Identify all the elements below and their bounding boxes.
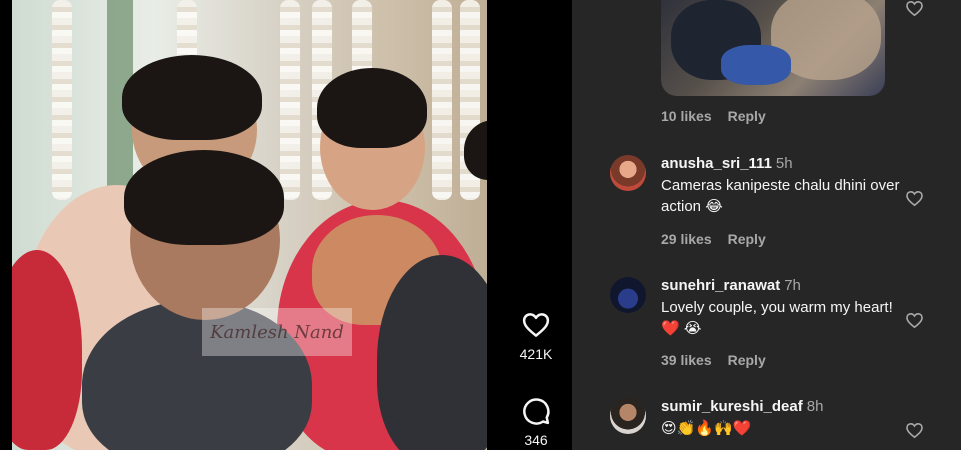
reply-button[interactable]: Reply: [728, 231, 766, 247]
comment-text: 😍👏🔥🙌❤️: [661, 420, 752, 437]
comment-meta: 29 likes Reply: [661, 231, 766, 247]
comment-likes[interactable]: 29 likes: [661, 231, 712, 247]
watermark: Kamlesh Nand: [202, 308, 352, 356]
avatar[interactable]: [610, 277, 646, 313]
avatar[interactable]: [610, 155, 646, 191]
comment-like-heart-icon[interactable]: [905, 311, 924, 330]
bride-hair: [317, 68, 427, 148]
comment-username[interactable]: anusha_sri_111: [661, 155, 772, 172]
comment-icon: [523, 398, 550, 425]
like-count: 421K: [519, 346, 553, 362]
comment-text: Cameras kanipeste chalu dhini over actio…: [661, 177, 900, 215]
reel-actions: 421K 346: [500, 310, 572, 448]
comment-text: Lovely couple, you warm my heart! ❤️ 😭: [661, 299, 893, 337]
comment-like-heart-icon[interactable]: [905, 189, 924, 208]
reply-image[interactable]: [661, 0, 885, 96]
comment-like-heart-icon[interactable]: [905, 0, 924, 18]
comment-meta: 39 likes Reply: [661, 352, 766, 368]
watermark-text: Kamlesh Nand: [210, 321, 344, 343]
reply-button[interactable]: Reply: [728, 352, 766, 368]
comment-count: 346: [524, 432, 548, 448]
comment-username[interactable]: sumir_kureshi_deaf: [661, 398, 803, 415]
comment-time: 7h: [784, 277, 801, 294]
flower-garland: [52, 0, 72, 200]
comment-likes[interactable]: 39 likes: [661, 352, 712, 368]
comment-time: 5h: [775, 155, 793, 172]
comment-button[interactable]: 346: [521, 396, 551, 448]
foreground-man-hair: [124, 150, 284, 245]
groom-hair: [122, 55, 262, 140]
flower-garland: [280, 0, 300, 200]
reel-video[interactable]: Kamlesh Nand: [12, 0, 487, 450]
comment-time: 8h: [806, 398, 824, 415]
comment-like-heart-icon[interactable]: [905, 421, 924, 440]
comments-panel: 10 likes Reply anusha_sri_111 5h Cameras …: [572, 0, 961, 450]
reply-button[interactable]: Reply: [728, 108, 766, 124]
flower-garland: [432, 0, 452, 200]
reply-meta: 10 likes Reply: [661, 108, 766, 124]
like-button[interactable]: 421K: [519, 310, 553, 362]
heart-icon: [522, 313, 550, 337]
comment-username[interactable]: sunehri_ranawat: [661, 277, 780, 294]
reply-likes[interactable]: 10 likes: [661, 108, 712, 124]
avatar[interactable]: [610, 398, 646, 434]
